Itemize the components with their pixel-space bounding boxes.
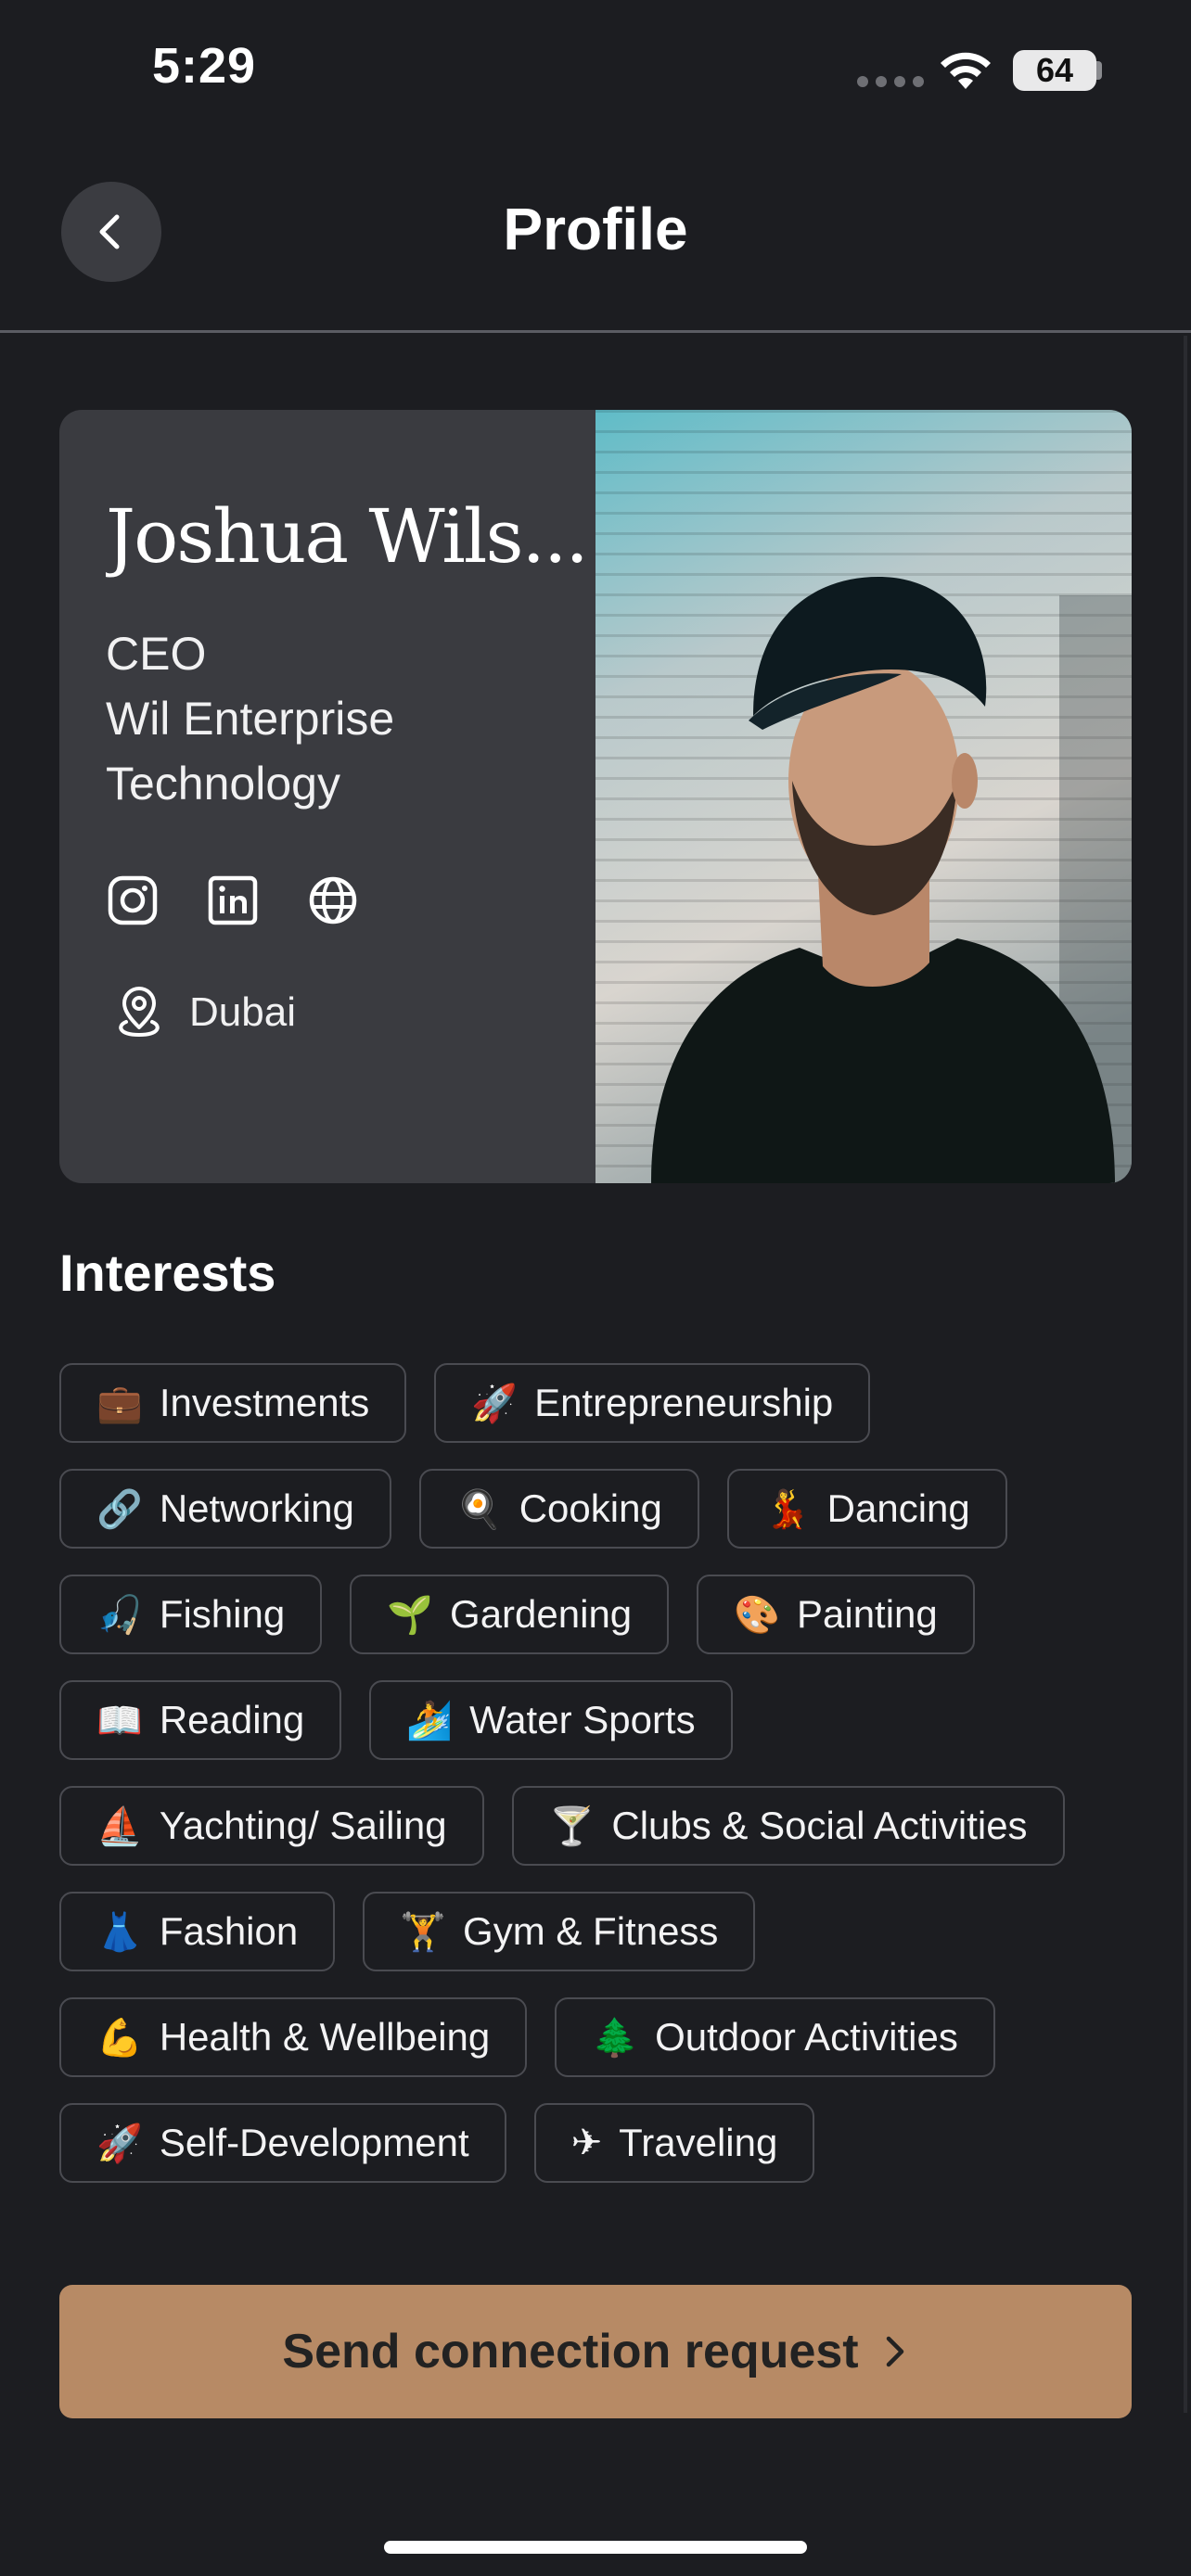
- interest-chip[interactable]: 🌲 Outdoor Activities: [555, 1997, 995, 2077]
- interest-label: Cooking: [519, 1486, 662, 1530]
- interest-emoji-icon: 💃: [763, 1487, 811, 1531]
- battery-cap: [1096, 61, 1102, 80]
- home-indicator[interactable]: [384, 2541, 807, 2554]
- company-line-1: Wil Enterprise: [106, 693, 395, 745]
- role-title: CEO: [106, 628, 207, 680]
- interest-chip[interactable]: 📖 Reading: [59, 1680, 342, 1760]
- chevron-right-icon: [886, 2336, 903, 2367]
- interest-emoji-icon: 💪: [96, 2016, 143, 2060]
- interest-chip[interactable]: 🎨 Painting: [697, 1575, 975, 1654]
- social-links: [106, 874, 360, 927]
- interest-chip[interactable]: 🍳 Cooking: [418, 1469, 699, 1549]
- battery-icon: 64: [1013, 50, 1096, 91]
- interest-emoji-icon: 🎨: [734, 1593, 780, 1637]
- interest-label: Gym & Fitness: [463, 1909, 719, 1953]
- cta-label: Send connection request: [282, 2325, 859, 2378]
- interest-chip[interactable]: 🚀 Self-Development: [59, 2103, 506, 2183]
- interest-label: Fishing: [159, 1592, 286, 1636]
- interest-emoji-icon: 🍳: [455, 1487, 503, 1531]
- profile-role: CEO Wil Enterprise Technology: [106, 621, 588, 816]
- interest-label: Gardening: [450, 1592, 633, 1636]
- wifi-icon: [941, 52, 991, 89]
- header-divider: [0, 330, 1191, 333]
- interest-label: Fashion: [159, 1909, 299, 1953]
- interest-chip[interactable]: 💪 Health & Wellbeing: [59, 1997, 528, 2077]
- interest-label: Health & Wellbeing: [159, 2015, 491, 2059]
- location-text: Dubai: [189, 989, 296, 1035]
- interest-chip[interactable]: 🏋 Gym & Fitness: [363, 1892, 756, 1971]
- interest-chip[interactable]: 💃 Dancing: [726, 1469, 1007, 1549]
- profile-photo-image: [596, 410, 1132, 1183]
- interest-chip[interactable]: 🎣 Fishing: [59, 1575, 323, 1654]
- interest-chip[interactable]: 👗 Fashion: [59, 1892, 336, 1971]
- interest-emoji-icon: ⛵: [96, 1804, 143, 1848]
- send-connection-request-button[interactable]: Send connection request: [59, 2285, 1132, 2418]
- interest-chip[interactable]: 💼 Investments: [59, 1363, 407, 1443]
- interest-label: Investments: [159, 1381, 370, 1424]
- interest-chip[interactable]: 🚀 Entrepreneurship: [434, 1363, 871, 1443]
- interest-chip[interactable]: 🍸 Clubs & Social Activities: [511, 1786, 1065, 1866]
- page-title: Profile: [503, 196, 688, 262]
- scrollbar[interactable]: [1184, 336, 1187, 2413]
- interest-label: Clubs & Social Activities: [611, 1804, 1028, 1847]
- interest-emoji-icon: ✈: [570, 2122, 603, 2164]
- cellular-signal-icon: [857, 76, 924, 87]
- interest-emoji-icon: 🏋: [400, 1910, 447, 1954]
- interest-chip[interactable]: ⛵ Yachting/ Sailing: [59, 1786, 484, 1866]
- interest-emoji-icon: 🌲: [592, 2016, 639, 2060]
- interest-emoji-icon: 📖: [96, 1699, 143, 1742]
- status-bar: 5:29 64: [0, 0, 1191, 139]
- interest-emoji-icon: 👗: [96, 1910, 143, 1954]
- interest-chips: 💼 Investments 🚀 Entrepreneurship 🔗 Networking…: [59, 1363, 1135, 2183]
- interest-emoji-icon: 💼: [96, 1382, 143, 1425]
- interest-chip[interactable]: ✈ Traveling: [533, 2103, 815, 2183]
- interest-label: Entrepreneurship: [534, 1381, 834, 1424]
- interest-emoji-icon: 🚀: [96, 2122, 143, 2165]
- location-pin-icon: [119, 987, 160, 1038]
- interest-chip[interactable]: 🏄 Water Sports: [369, 1680, 733, 1760]
- status-time: 5:29: [152, 38, 257, 94]
- location-row: Dubai: [113, 985, 296, 1040]
- interest-emoji-icon: 🎣: [96, 1593, 143, 1637]
- interest-emoji-icon: 🏄: [406, 1699, 454, 1742]
- interest-chip[interactable]: 🌱 Gardening: [350, 1575, 670, 1654]
- interest-label: Networking: [159, 1486, 354, 1530]
- interest-label: Self-Development: [159, 2121, 469, 2164]
- linkedin-icon[interactable]: [206, 874, 260, 927]
- profile-name: Joshua Wils...: [106, 493, 588, 580]
- profile-photo: [596, 410, 1132, 1183]
- interest-label: Reading: [159, 1698, 305, 1741]
- interest-chip[interactable]: 🔗 Networking: [59, 1469, 391, 1549]
- interest-label: Outdoor Activities: [655, 2015, 958, 2059]
- interests-title: Interests: [59, 1243, 276, 1302]
- interest-emoji-icon: 🚀: [471, 1382, 519, 1425]
- profile-card: Joshua Wils... CEO Wil Enterprise Techno…: [59, 410, 1132, 1183]
- globe-icon[interactable]: [306, 874, 360, 927]
- interest-emoji-icon: 🍸: [548, 1804, 596, 1848]
- interest-emoji-icon: 🔗: [96, 1487, 143, 1531]
- interest-label: Painting: [796, 1592, 938, 1636]
- interest-emoji-icon: 🌱: [387, 1593, 434, 1637]
- instagram-icon[interactable]: [106, 874, 160, 927]
- interest-label: Traveling: [619, 2121, 778, 2164]
- interest-label: Yachting/ Sailing: [159, 1804, 447, 1847]
- interest-label: Water Sports: [469, 1698, 696, 1741]
- company-line-2: Technology: [106, 758, 340, 810]
- interest-label: Dancing: [826, 1486, 970, 1530]
